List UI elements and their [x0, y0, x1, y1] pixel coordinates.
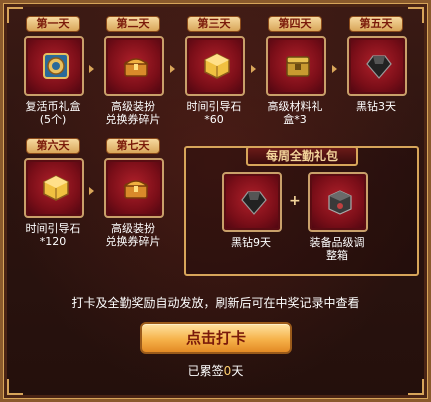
reward-slot[interactable]	[104, 36, 164, 96]
chevron-right-icon	[89, 187, 94, 195]
reward-slot[interactable]	[104, 158, 164, 218]
chevron-right-icon	[332, 65, 337, 73]
black-diamond-icon	[366, 55, 392, 79]
reward-label: 高级装扮 兑换券碎片	[105, 100, 161, 126]
gold-cube-icon	[204, 53, 230, 79]
checkin-button[interactable]: 点击打卡	[140, 322, 292, 354]
chevron-right-icon	[251, 65, 256, 73]
black-diamond-icon	[241, 191, 267, 215]
corner-ornament	[408, 7, 424, 23]
day-tab: 第五天	[349, 16, 403, 32]
reward-tip-text: 打卡及全勤奖励自动发放，刷新后可在中奖记录中查看	[71, 296, 360, 310]
reward-label: 时间引导石 *120	[25, 222, 81, 248]
day-tab: 第三天	[187, 16, 241, 32]
treasure-chest-icon	[123, 58, 149, 77]
chevron-right-icon	[89, 65, 94, 73]
material-chest-icon	[286, 56, 310, 77]
reward-slot[interactable]	[24, 158, 84, 218]
chevron-right-icon	[170, 65, 175, 73]
day-tab: 第六天	[26, 138, 80, 154]
signed-days-counter: 已累签0天	[0, 362, 431, 379]
weekly-bonus-title: 每周全勤礼包	[246, 146, 358, 166]
reward-label: 高级材料礼 盒*3	[267, 100, 323, 126]
signed-suffix: 天	[231, 364, 244, 378]
corner-ornament	[408, 379, 424, 395]
day-tab: 第四天	[268, 16, 322, 32]
corner-ornament	[7, 7, 23, 23]
reward-label: 黑钻9天	[231, 236, 271, 249]
reward-slot[interactable]	[308, 172, 368, 232]
day-tab: 第一天	[26, 16, 80, 32]
day-tab: 第二天	[106, 16, 160, 32]
coin-gift-box-icon	[43, 53, 69, 79]
reward-slot[interactable]	[266, 36, 326, 96]
signed-prefix: 已累签	[187, 364, 224, 378]
day-tab: 第七天	[106, 138, 160, 154]
reward-slot[interactable]	[347, 36, 407, 96]
reward-slot[interactable]	[185, 36, 245, 96]
equipment-box-icon	[328, 190, 352, 215]
reward-label: 黑钻3天	[356, 100, 396, 113]
reward-label: 复活币礼盒 (5个)	[25, 100, 81, 126]
reward-slot[interactable]	[24, 36, 84, 96]
treasure-chest-icon	[123, 180, 149, 199]
corner-ornament	[7, 379, 23, 395]
plus-icon: +	[289, 193, 301, 209]
reward-label: 时间引导石 *60	[186, 100, 242, 126]
gold-cube-icon	[43, 175, 69, 201]
reward-label: 装备品级调 整箱	[309, 236, 365, 262]
reward-slot[interactable]	[222, 172, 282, 232]
reward-label: 高级装扮 兑换券碎片	[105, 222, 161, 248]
